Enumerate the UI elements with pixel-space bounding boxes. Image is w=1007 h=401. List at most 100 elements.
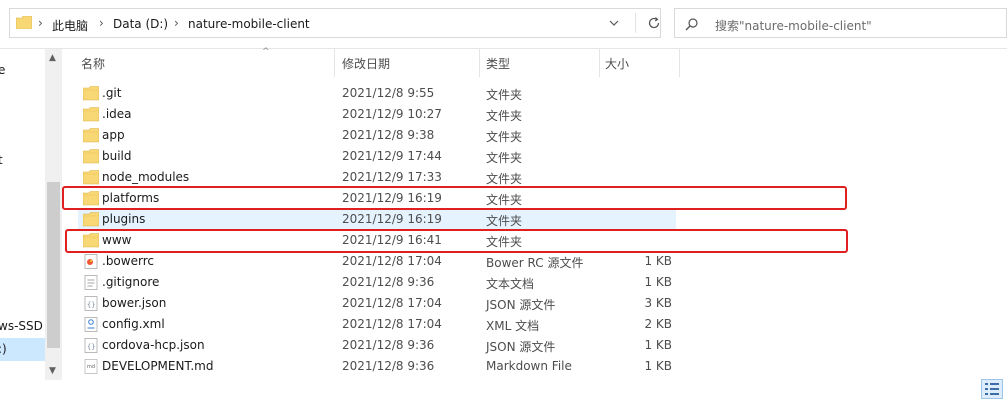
file-name: bower.json [102,296,167,310]
file-row[interactable]: build 2021/12/9 17:44 文件夹 [78,146,676,167]
chevron-down-icon[interactable] [607,16,621,30]
file-type: 文件夹 [486,151,523,165]
column-header-type[interactable]: 类型 [486,55,510,72]
file-name: node_modules [102,170,190,184]
file-date-modified: 2021/12/8 9:55 [342,86,435,100]
file-date-modified: 2021/12/8 17:04 [342,254,442,268]
bower-file-icon [83,254,99,269]
breadcrumb-separator[interactable]: › [38,16,43,30]
file-row[interactable]: .git 2021/12/8 9:55 文件夹 [78,83,676,104]
xml-file-icon [83,317,99,332]
address-bar[interactable]: › 此电脑 › Data (D:) › nature-mobile-client [9,8,661,38]
file-row[interactable]: .gitignore 2021/12/8 9:36 文本文档 1 KB [78,272,676,293]
scrollbar-thumb[interactable] [47,182,60,348]
json-file-icon: {} [83,338,99,353]
file-type: JSON 源文件 [486,340,556,354]
breadcrumb-separator[interactable]: › [99,16,104,30]
details-view-button[interactable] [981,379,1003,399]
file-type: 文件夹 [486,172,523,186]
file-size: 1 KB [644,338,672,352]
column-divider[interactable] [599,49,600,77]
breadcrumb-drive[interactable]: Data (D:) [113,17,168,31]
file-row[interactable]: {} bower.json 2021/12/8 17:04 JSON 源文件 3 KB [78,293,676,314]
file-name: .idea [102,107,132,121]
details-view-icon [985,383,999,395]
svg-text:{}: {} [87,301,95,309]
text-file-icon [83,275,99,290]
file-type: 文件夹 [486,88,523,102]
file-date-modified: 2021/12/9 17:33 [342,170,442,184]
file-type: 文件夹 [486,214,523,228]
file-name: .bowerrc [102,254,154,268]
file-type: 文件夹 [486,109,523,123]
file-size: 1 KB [644,359,672,373]
nav-item[interactable]: e [0,63,5,77]
file-date-modified: 2021/12/8 9:38 [342,128,435,142]
column-header-date[interactable]: 修改日期 [342,55,390,72]
folder-icon [82,212,100,227]
file-type: Bower RC 源文件 [486,256,584,270]
folder-icon [82,107,100,122]
file-row[interactable]: node_modules 2021/12/9 17:33 文件夹 [78,167,676,188]
json-file-icon: {} [83,296,99,311]
nav-item[interactable]: ws-SSD [0,319,43,333]
column-divider[interactable] [679,49,680,77]
folder-icon [82,170,100,185]
file-row[interactable]: plugins 2021/12/9 16:19 文件夹 [78,209,676,230]
folder-icon [82,128,100,143]
file-row[interactable]: .bowerrc 2021/12/8 17:04 Bower RC 源文件 1 KB [78,251,676,272]
file-name: build [102,149,132,163]
file-date-modified: 2021/12/9 10:27 [342,107,442,121]
file-date-modified: 2021/12/8 9:36 [342,338,435,352]
scroll-up-icon[interactable]: ▲ [49,53,56,63]
markdown-file-icon: md [83,359,99,374]
highlight-box-www [65,229,848,253]
file-size: 1 KB [644,254,672,268]
file-row[interactable]: {} cordova-hcp.json 2021/12/8 9:36 JSON 源文件… [78,335,676,356]
breadcrumb-current-folder[interactable]: nature-mobile-client [188,17,310,31]
column-header-size[interactable]: 大小 [605,55,629,72]
nav-scrollbar[interactable]: ▲ ▼ [45,49,62,380]
scroll-down-icon[interactable]: ▼ [49,366,56,376]
file-size: 1 KB [644,275,672,289]
column-divider[interactable] [479,49,480,77]
search-placeholder[interactable]: 搜索"nature-mobile-client" [715,17,872,34]
breadcrumb-this-pc[interactable]: 此电脑 [52,17,88,34]
file-size: 3 KB [644,296,672,310]
file-name: .gitignore [102,275,160,289]
breadcrumb-separator[interactable]: › [174,16,179,30]
refresh-icon[interactable] [646,15,662,31]
file-row[interactable]: .idea 2021/12/9 10:27 文件夹 [78,104,676,125]
nav-item[interactable]: t [0,153,3,167]
file-date-modified: 2021/12/9 17:44 [342,149,442,163]
file-date-modified: 2021/12/8 17:04 [342,317,442,331]
folder-icon [82,86,100,101]
nav-item-label: :) [0,342,7,356]
file-row[interactable]: config.xml 2021/12/8 17:04 XML 文档 2 KB [78,314,676,335]
sort-ascending-icon: ^ [262,47,270,57]
file-name: .git [102,86,122,100]
file-type: JSON 源文件 [486,298,556,312]
folder-icon [16,16,32,29]
nav-item-selected[interactable]: :) [0,338,45,361]
file-row[interactable]: app 2021/12/8 9:38 文件夹 [78,125,676,146]
divider [635,13,636,33]
file-date-modified: 2021/12/8 9:36 [342,359,435,373]
file-type: 文本文档 [486,277,535,291]
search-box[interactable]: 搜索"nature-mobile-client" [674,8,1007,38]
column-divider[interactable] [334,49,335,77]
file-type: XML 文档 [486,319,540,333]
file-name: app [102,128,125,142]
navigation-pane: e t ws-SSD :) [0,49,45,401]
file-date-modified: 2021/12/8 9:36 [342,275,435,289]
file-size: 2 KB [644,317,672,331]
file-type: 文件夹 [486,130,523,144]
svg-text:md: md [87,364,95,370]
column-header-name[interactable]: 名称 [81,55,105,72]
file-date-modified: 2021/12/9 16:19 [342,212,442,226]
file-name: config.xml [102,317,165,331]
highlight-box-platforms [62,186,847,210]
file-date-modified: 2021/12/8 17:04 [342,296,442,310]
file-row[interactable]: md DEVELOPMENT.md 2021/12/8 9:36 Markdown F… [78,356,676,377]
file-name: cordova-hcp.json [102,338,205,352]
